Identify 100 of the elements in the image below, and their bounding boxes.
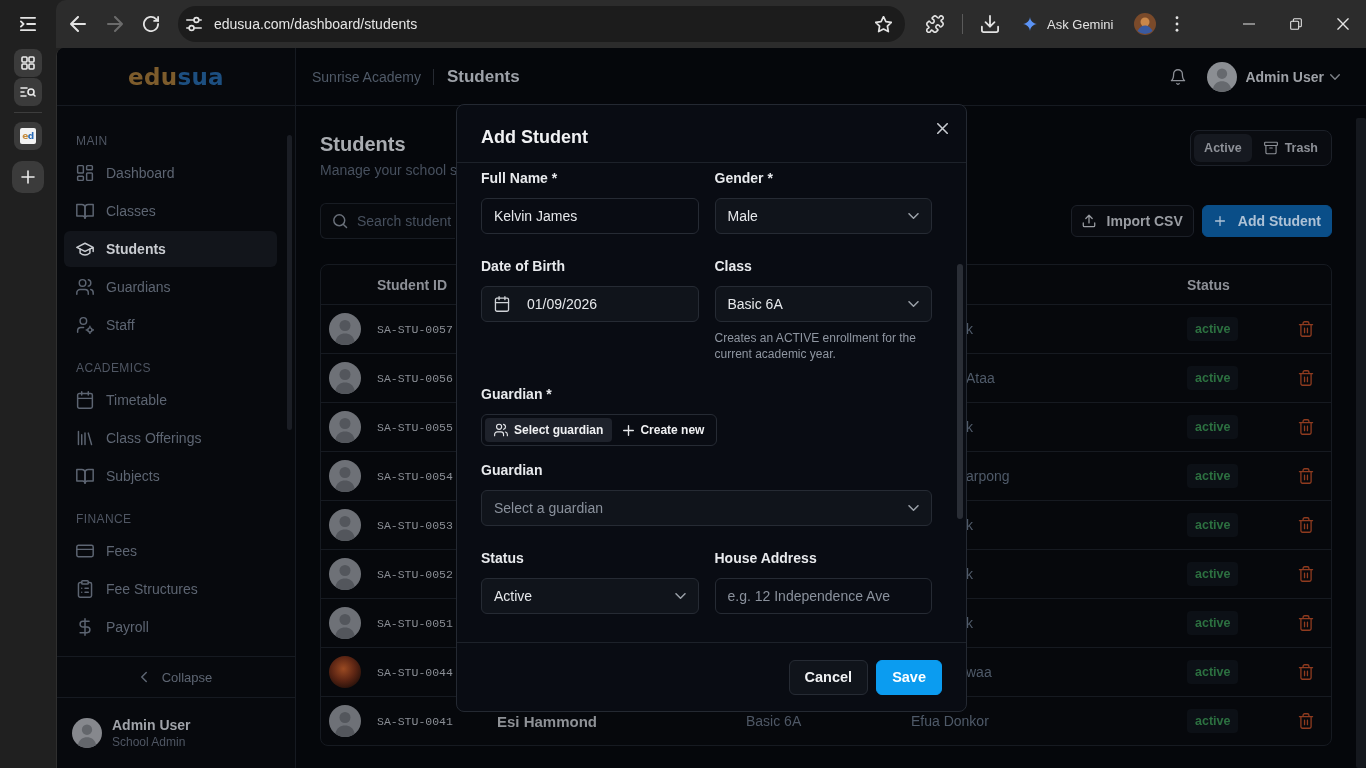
save-button[interactable]: Save — [876, 659, 942, 695]
trash-icon[interactable] — [1297, 517, 1314, 533]
import-button[interactable]: Import CSV — [1070, 205, 1194, 237]
users-icon — [494, 423, 508, 437]
text-input[interactable]: Kelvin James — [481, 198, 699, 234]
toggle-tab[interactable]: Trash — [1253, 134, 1328, 162]
status-badge: active — [1187, 709, 1239, 733]
profile-picture[interactable] — [1134, 13, 1157, 35]
plus-icon — [1212, 214, 1227, 228]
favicon: ed — [20, 128, 36, 144]
person-name: k — [966, 517, 973, 533]
upload-icon — [1081, 214, 1096, 228]
calendar-icon — [76, 391, 94, 409]
nav-item[interactable]: Students — [64, 231, 277, 267]
person-name: k — [966, 615, 973, 631]
dropdown[interactable]: Active — [481, 578, 699, 614]
close-icon[interactable] — [937, 123, 948, 134]
student-id: SA-STU-0041 — [377, 714, 453, 728]
nav-item[interactable]: Fees — [64, 533, 277, 569]
status-badge: active — [1187, 366, 1239, 390]
user-name: Admin User — [1245, 68, 1324, 85]
calendar-icon — [494, 296, 510, 312]
add-student-button[interactable]: Add Student — [1201, 205, 1332, 237]
person-name: Efua Donkor — [911, 713, 989, 729]
column-header: Status — [1187, 276, 1230, 293]
star-icon[interactable] — [875, 15, 892, 33]
text-input[interactable]: e.g. 12 Independence Ave — [714, 578, 932, 614]
chevron-down-icon — [908, 301, 919, 307]
sidebar-toggle-icon[interactable] — [20, 16, 36, 32]
trash-icon[interactable] — [1297, 370, 1314, 386]
person-name: k — [966, 566, 973, 582]
trash-icon[interactable] — [1297, 713, 1314, 729]
search-icon — [332, 213, 348, 229]
nav-item[interactable]: Classes — [64, 193, 277, 229]
search-field[interactable]: Search student — [320, 203, 455, 239]
nav-item[interactable]: Staff — [64, 307, 277, 343]
nav-item[interactable]: Payroll — [64, 609, 277, 645]
puzzle-icon[interactable] — [926, 15, 944, 33]
student-id: SA-STU-0056 — [377, 371, 453, 385]
dropdown[interactable]: Male — [714, 198, 932, 234]
book-icon — [76, 467, 94, 485]
bell-icon[interactable] — [1170, 68, 1187, 85]
plus-icon — [623, 424, 635, 436]
restore-icon[interactable] — [1290, 18, 1302, 30]
trash-icon[interactable] — [1297, 468, 1314, 484]
cancel-button[interactable]: Cancel — [788, 659, 869, 695]
graduation-cap-icon — [76, 240, 94, 258]
status-badge: active — [1187, 513, 1239, 537]
date-input[interactable]: 01/09/2026 — [481, 286, 699, 322]
close-icon[interactable] — [1337, 18, 1349, 30]
arrow-left-icon[interactable] — [70, 16, 86, 32]
browser-tab[interactable]: ed — [14, 122, 42, 150]
nav-item[interactable]: Dashboard — [64, 155, 277, 191]
toggle-option[interactable]: Create new — [614, 418, 714, 442]
trash-icon[interactable] — [1297, 664, 1314, 680]
field-label: Class — [714, 257, 753, 276]
clipboard-icon — [76, 580, 94, 598]
field-label: Guardian — [481, 461, 544, 480]
nav-item[interactable]: Fee Structures — [64, 571, 277, 607]
status-badge: active — [1187, 464, 1239, 488]
nav-item[interactable]: Subjects — [64, 458, 277, 494]
page-title: Students — [320, 132, 407, 157]
assistant-button[interactable]: Ask Gemini — [1015, 8, 1122, 40]
reload-icon[interactable] — [143, 16, 159, 32]
person-name: arpong — [966, 468, 1010, 484]
user-role: School Admin — [112, 734, 187, 750]
sparkle-icon — [1023, 17, 1037, 31]
user-gear-icon — [76, 316, 94, 334]
person-name: Ataa — [966, 370, 995, 386]
toggle-tab[interactable]: Active — [1194, 134, 1252, 162]
plus-icon[interactable] — [12, 161, 44, 193]
dialog-title: Add Student — [481, 126, 588, 149]
sliders-icon — [186, 16, 202, 32]
address-bar[interactable]: edusua.com/dashboard/students — [178, 6, 905, 42]
tab-search-icon[interactable] — [14, 78, 42, 106]
student-id: SA-STU-0057 — [377, 322, 453, 336]
toggle-option[interactable]: Select guardian — [485, 418, 613, 442]
field-label: Date of Birth — [481, 257, 566, 276]
page-subtitle: Manage your school s — [320, 161, 457, 180]
nav-item[interactable]: Timetable — [64, 382, 277, 418]
field-label: Gender * — [714, 169, 774, 188]
trash-icon[interactable] — [1297, 321, 1314, 337]
status-badge: active — [1187, 562, 1239, 586]
person-name: waa — [966, 664, 992, 680]
avatar-icon — [329, 705, 361, 737]
nav-item[interactable]: Class Offerings — [64, 420, 277, 456]
section-label: MAIN — [75, 133, 109, 150]
page-heading: Students — [446, 66, 520, 87]
nav-item[interactable]: Guardians — [64, 269, 277, 305]
chevron-down-icon — [1330, 73, 1340, 80]
dropdown[interactable]: Select a guardian — [481, 490, 932, 526]
trash-icon[interactable] — [1297, 615, 1314, 631]
download-icon[interactable] — [981, 15, 999, 33]
trash-icon[interactable] — [1297, 419, 1314, 435]
collapse-button[interactable]: Collapse — [139, 669, 213, 685]
user-avatar-icon — [72, 718, 102, 748]
trash-icon[interactable] — [1297, 566, 1314, 582]
dropdown[interactable]: Basic 6A — [714, 286, 932, 322]
student-id: SA-STU-0054 — [377, 469, 453, 483]
grid-icon[interactable] — [14, 49, 42, 77]
